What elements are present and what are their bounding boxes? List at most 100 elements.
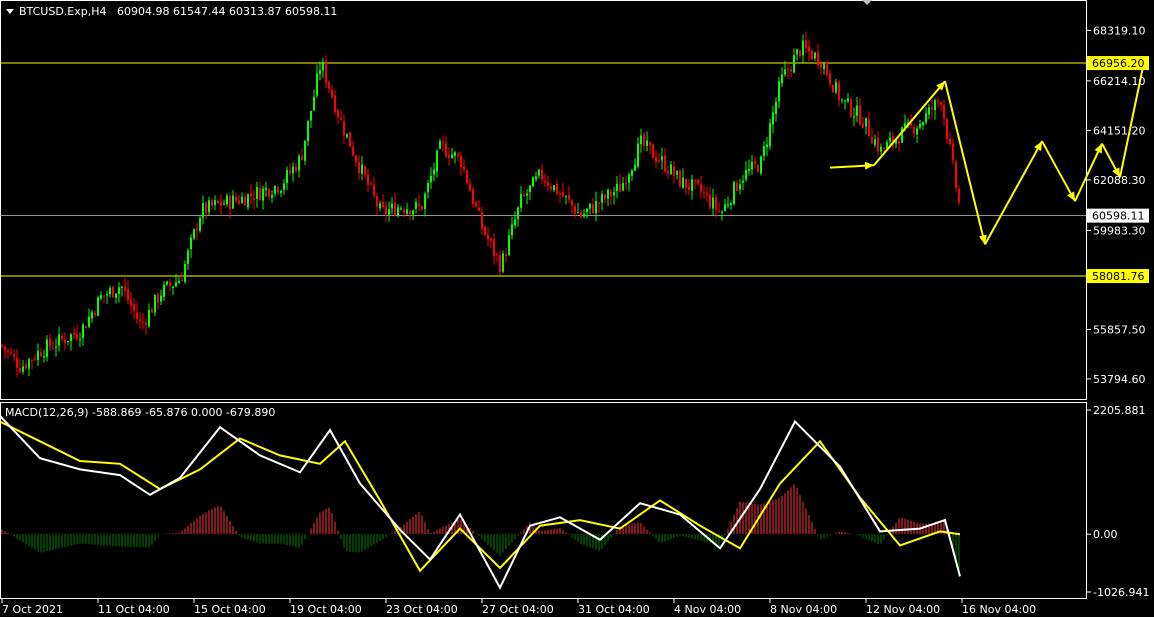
candle-body[interactable] <box>166 281 168 285</box>
candle-body[interactable] <box>307 120 309 142</box>
candle-body[interactable] <box>22 366 24 372</box>
candle-body[interactable] <box>364 166 366 176</box>
candle-body[interactable] <box>745 170 747 180</box>
candle-body[interactable] <box>493 239 495 256</box>
candle-body[interactable] <box>433 169 435 175</box>
candle-body[interactable] <box>853 116 855 118</box>
candle-body[interactable] <box>328 82 330 89</box>
candle-body[interactable] <box>469 184 471 192</box>
candle-body[interactable] <box>187 250 189 264</box>
candle-body[interactable] <box>112 286 114 298</box>
candle-body[interactable] <box>655 156 657 162</box>
candle-body[interactable] <box>454 152 456 156</box>
candle-body[interactable] <box>175 282 177 287</box>
candle-body[interactable] <box>562 191 564 197</box>
candle-body[interactable] <box>502 253 504 272</box>
candle-body[interactable] <box>856 105 858 116</box>
candle-body[interactable] <box>496 253 498 255</box>
candle-body[interactable] <box>592 204 594 214</box>
candle-body[interactable] <box>241 196 243 204</box>
candle-body[interactable] <box>847 98 849 102</box>
candle-body[interactable] <box>589 203 591 209</box>
candle-body[interactable] <box>151 309 153 313</box>
candle-body[interactable] <box>712 197 714 209</box>
candle-body[interactable] <box>325 60 327 83</box>
candle-body[interactable] <box>82 324 84 338</box>
candle-body[interactable] <box>547 182 549 186</box>
candle-body[interactable] <box>118 287 120 294</box>
candle-body[interactable] <box>505 254 507 256</box>
candle-body[interactable] <box>346 133 348 138</box>
candle-body[interactable] <box>412 210 414 215</box>
candle-body[interactable] <box>37 350 39 360</box>
candle-body[interactable] <box>790 69 792 72</box>
candle-body[interactable] <box>163 284 165 297</box>
candle-body[interactable] <box>769 123 771 147</box>
candle-body[interactable] <box>784 69 786 75</box>
candle-body[interactable] <box>418 203 420 206</box>
candle-body[interactable] <box>682 177 684 188</box>
candle-body[interactable] <box>913 126 915 134</box>
candle-body[interactable] <box>937 100 939 102</box>
candle-body[interactable] <box>514 219 516 226</box>
candle-body[interactable] <box>757 165 759 173</box>
candle-body[interactable] <box>85 326 87 328</box>
candle-body[interactable] <box>667 171 669 174</box>
candle-body[interactable] <box>580 211 582 217</box>
candle-body[interactable] <box>754 160 756 164</box>
candle-body[interactable] <box>898 141 900 144</box>
candle-body[interactable] <box>394 202 396 216</box>
candle-body[interactable] <box>838 82 840 101</box>
candle-body[interactable] <box>685 178 687 188</box>
candle-body[interactable] <box>169 282 171 287</box>
candle-body[interactable] <box>631 170 633 176</box>
candle-body[interactable] <box>259 187 261 201</box>
candle-body[interactable] <box>604 195 606 200</box>
candle-body[interactable] <box>760 156 762 174</box>
candle-body[interactable] <box>610 191 612 197</box>
candle-body[interactable] <box>691 179 693 192</box>
candle-body[interactable] <box>832 84 834 93</box>
candle-body[interactable] <box>67 340 69 342</box>
candle-body[interactable] <box>868 118 870 136</box>
candle-body[interactable] <box>526 193 528 196</box>
candle-body[interactable] <box>808 46 810 52</box>
candle-body[interactable] <box>751 161 753 170</box>
candle-body[interactable] <box>733 181 735 205</box>
candle-body[interactable] <box>145 323 147 326</box>
candle-body[interactable] <box>391 203 393 209</box>
candle-body[interactable] <box>637 143 639 167</box>
candle-body[interactable] <box>421 205 423 210</box>
candle-body[interactable] <box>211 199 213 206</box>
candle-body[interactable] <box>919 124 921 128</box>
candle-body[interactable] <box>799 50 801 56</box>
candle-body[interactable] <box>133 303 135 311</box>
candle-body[interactable] <box>679 170 681 187</box>
chart-canvas[interactable]: 68319.10 66214.10 64151.20 62088.30 59983.30… <box>0 0 1154 617</box>
candle-body[interactable] <box>373 184 375 196</box>
candle-body[interactable] <box>472 189 474 204</box>
candle-body[interactable] <box>778 81 780 102</box>
candle-body[interactable] <box>88 316 90 327</box>
candle-body[interactable] <box>877 137 879 152</box>
candle-body[interactable] <box>253 198 255 200</box>
candle-body[interactable] <box>214 200 216 206</box>
candle-body[interactable] <box>31 359 33 361</box>
candle-body[interactable] <box>553 185 555 191</box>
candle-body[interactable] <box>697 179 699 184</box>
candle-body[interactable] <box>265 188 267 190</box>
candle-body[interactable] <box>880 146 882 152</box>
candle-body[interactable] <box>601 194 603 203</box>
candle-body[interactable] <box>805 40 807 49</box>
candle-body[interactable] <box>439 141 441 149</box>
candle-body[interactable] <box>109 288 111 294</box>
candle-body[interactable] <box>430 175 432 183</box>
candle-body[interactable] <box>724 204 726 211</box>
candle-body[interactable] <box>673 166 675 176</box>
candle-body[interactable] <box>841 99 843 101</box>
candle-body[interactable] <box>775 101 777 114</box>
candle-body[interactable] <box>43 356 45 358</box>
candle-body[interactable] <box>721 211 723 213</box>
candle-body[interactable] <box>406 209 408 214</box>
candle-body[interactable] <box>748 168 750 172</box>
